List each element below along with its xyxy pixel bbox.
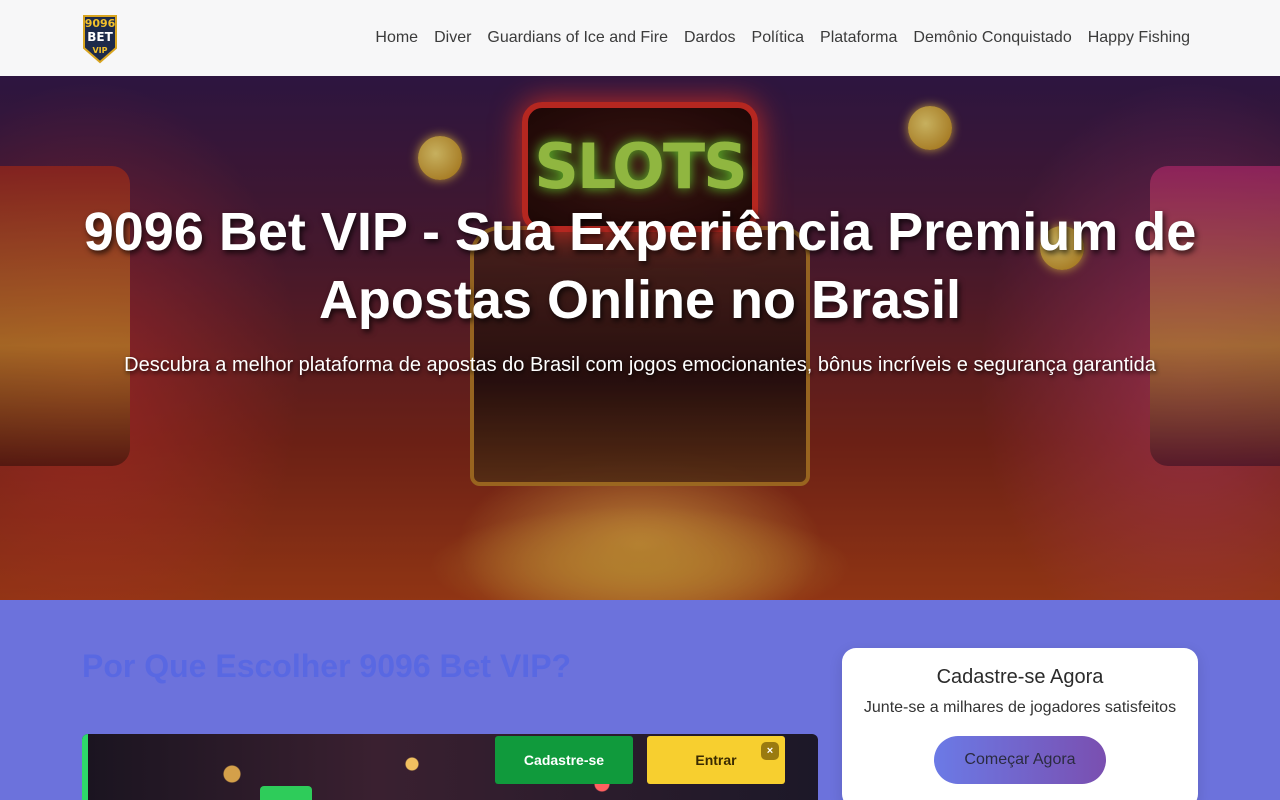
close-icon[interactable]: × <box>761 742 779 760</box>
site-header: 9096 BET VIP Home Diver Guardians of Ice… <box>0 0 1280 76</box>
svg-text:9096: 9096 <box>85 17 116 30</box>
nav-home[interactable]: Home <box>375 29 418 47</box>
nav-plataforma[interactable]: Plataforma <box>820 29 897 47</box>
hero-banner: SLOTS 9096 Bet VIP - Sua Experiência Pre… <box>0 76 1280 600</box>
svg-text:BET: BET <box>87 30 113 44</box>
why-choose-title: Por Que Escolher 9096 Bet VIP? <box>82 648 572 684</box>
nav-guardians-of-ice-and-fire[interactable]: Guardians of Ice and Fire <box>487 29 668 47</box>
promo-image-sign <box>260 786 312 800</box>
signup-card: Cadastre-se Agora Junte-se a milhares de… <box>842 648 1198 800</box>
hero-overlay <box>0 76 1280 600</box>
nav-dardos[interactable]: Dardos <box>684 29 736 47</box>
signup-card-text: Junte-se a milhares de jogadores satisfe… <box>863 699 1177 716</box>
main-nav: Home Diver Guardians of Ice and Fire Dar… <box>375 0 1190 76</box>
nav-diver[interactable]: Diver <box>434 29 471 47</box>
nav-politica[interactable]: Política <box>752 29 804 47</box>
nav-happy-fishing[interactable]: Happy Fishing <box>1088 29 1190 47</box>
brand-logo[interactable]: 9096 BET VIP <box>80 12 120 64</box>
promo-image-accent <box>82 734 88 800</box>
signup-card-title: Cadastre-se Agora <box>936 666 1104 688</box>
hero-title: 9096 Bet VIP - Sua Experiência Premium d… <box>83 202 1197 330</box>
start-now-button[interactable]: Começar Agora <box>934 736 1106 784</box>
svg-text:VIP: VIP <box>92 46 107 55</box>
register-button[interactable]: Cadastre-se <box>495 736 633 784</box>
hero-subtitle: Descubra a melhor plataforma de apostas … <box>124 354 1156 376</box>
nav-demonio-conquistado[interactable]: Demônio Conquistado <box>913 29 1071 47</box>
